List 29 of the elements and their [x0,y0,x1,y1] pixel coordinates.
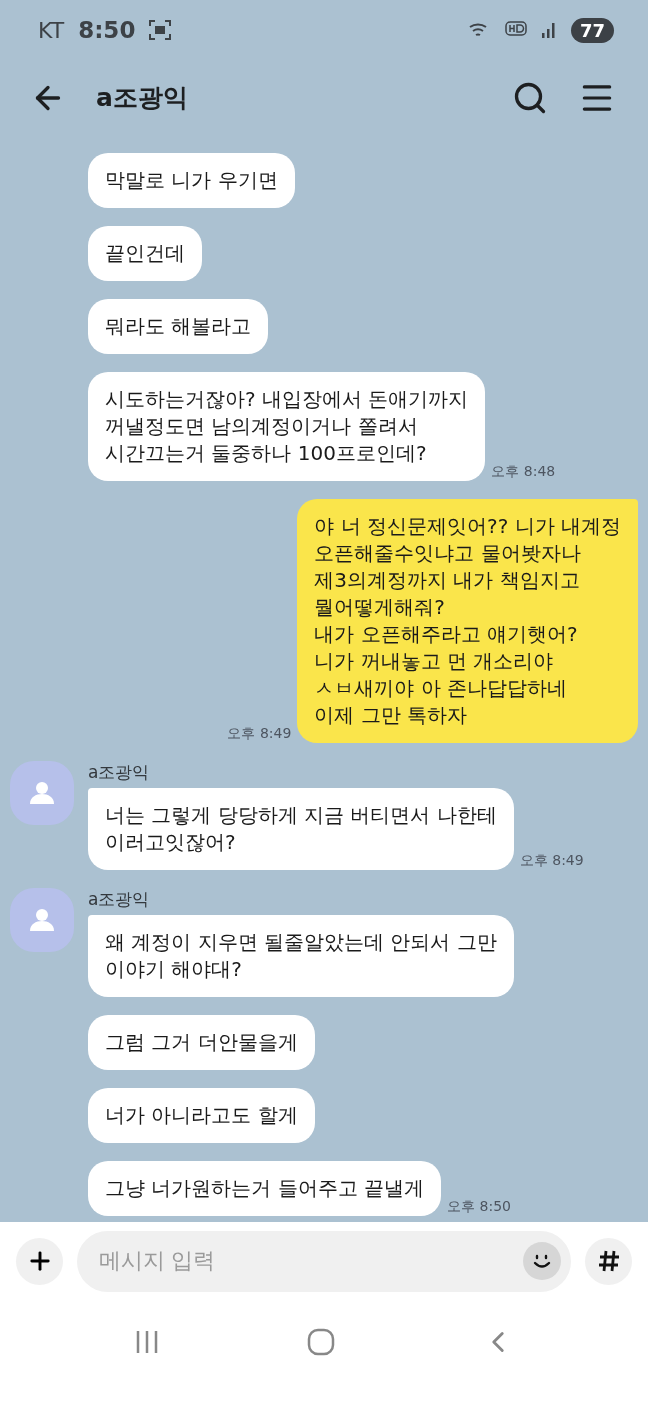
message-time: 오후 8:50 [447,1198,511,1216]
battery-level: 77 [570,17,614,43]
hashtag-button[interactable] [585,1237,632,1285]
sender-name: a조광익 [88,761,151,784]
message-bubble: 막말로 니가 우기면 [88,153,295,208]
message-time: 오후 8:49 [519,852,584,870]
screenshot-icon [149,20,172,40]
message-field[interactable]: 메시지 입력 [77,1230,571,1292]
message-bubble: 끝인건데 [88,226,202,281]
message-bubble: 시도하는거잖아? 내입장에서 돈애기까지 꺼낼정도면 남의계정이거나 쫄려서 시간끄는거 둘중하나 100프로인데? [88,372,486,481]
message-time: 오후 8:48 [491,463,556,481]
message-time: 오후 8:49 [227,725,292,743]
add-button[interactable] [16,1237,63,1285]
chat-title: a조광익 [96,82,189,114]
hd-icon [504,21,527,39]
signal-icon [540,21,557,39]
home-button[interactable] [306,1327,336,1357]
sender-name: a조광익 [88,888,151,911]
message-bubble: 그럼 그거 더안물을게 [88,1015,315,1070]
emoji-button[interactable] [523,1242,561,1280]
message-bubble: 왜 계정이 지우면 될줄알았는데 안되서 그만 이야기 해야대? [88,915,514,997]
carrier: KT [38,17,65,43]
message-bubble: 그냥 너가원하는거 들어주고 끝낼게 [88,1161,442,1216]
home-icon [306,1327,336,1357]
message-bubble: 너는 그렇게 당당하게 지금 버티면서 나한테 이러고잇잖어? [88,788,514,870]
clock: 8:50 [78,17,136,43]
message-bubble: 뭐라도 해볼라고 [88,299,269,354]
message-bubble: 야 너 정신문제잇어?? 니가 내계정 오픈해줄수잇냐고 물어봣자나 제3의계정까지 내가 책임지고 뭘어떻게해줘? 내가 오픈해주라고 얘기햇어? 니가 꺼내놓고 먼 개소리야 ㅅㅂ새끼야 아 존나답답하네 이제 그만 톡하자 [297,499,638,743]
message-bubble: 너가 아니라고도 할게 [88,1088,315,1143]
